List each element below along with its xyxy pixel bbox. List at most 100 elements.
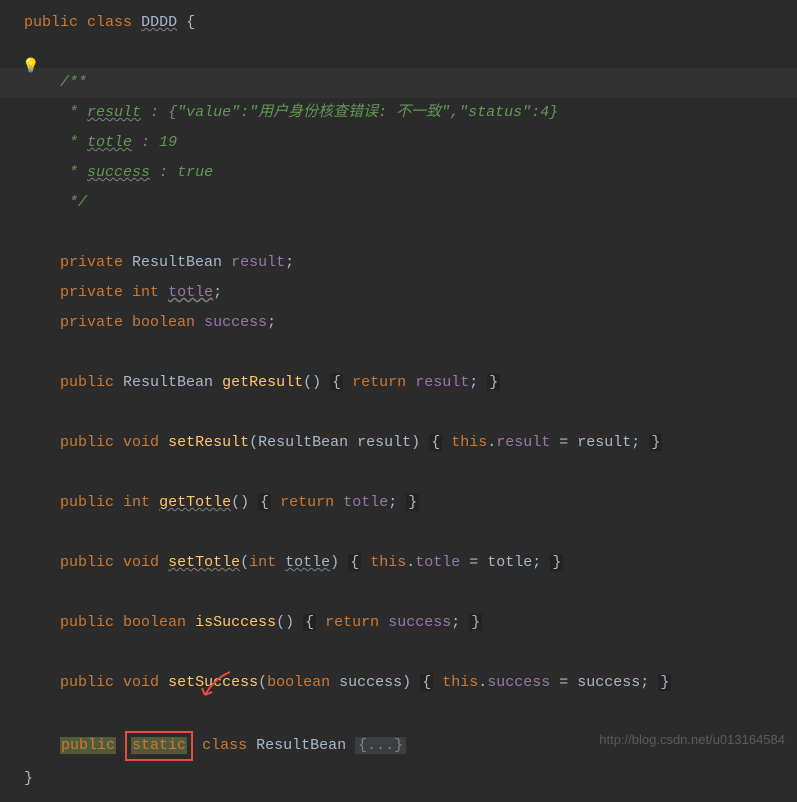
eq: = — [550, 674, 577, 691]
keyword-return: return — [280, 494, 334, 511]
keyword-return: return — [352, 374, 406, 391]
brace: { — [330, 374, 343, 391]
code-line — [0, 518, 797, 548]
brace: { — [258, 494, 271, 511]
semicolon: ; — [285, 254, 294, 271]
code-line: public ResultBean getResult() { return r… — [0, 368, 797, 398]
keyword-this: this — [451, 434, 487, 451]
code-line: * success : true — [0, 158, 797, 188]
comment-value: true — [177, 164, 213, 181]
param: success — [339, 674, 402, 691]
semicolon: ; — [640, 674, 649, 691]
brace: { — [303, 614, 316, 631]
code-line: * totle : 19 — [0, 128, 797, 158]
params: () — [276, 614, 294, 631]
class-name: DDDD — [141, 14, 177, 31]
brace: { — [348, 554, 361, 571]
type: boolean — [267, 674, 330, 691]
semicolon: ; — [388, 494, 397, 511]
code-line: private boolean success; — [0, 308, 797, 338]
code-editor[interactable]: public class DDDD { /** * result : {"val… — [0, 0, 797, 802]
code-line: public void setSuccess(boolean success) … — [0, 668, 797, 698]
keyword-class: class — [87, 14, 132, 31]
code-line: /** — [0, 68, 797, 98]
eq: = — [550, 434, 577, 451]
semicolon: ; — [213, 284, 222, 301]
type: ResultBean — [132, 254, 222, 271]
lightbulb-icon[interactable]: 💡 — [22, 58, 39, 75]
code-line — [0, 218, 797, 248]
params: () — [303, 374, 321, 391]
code-line — [0, 578, 797, 608]
paren: ( — [258, 674, 267, 691]
keyword-public: public — [60, 614, 114, 631]
comment: * — [60, 104, 87, 121]
brace: } — [658, 674, 671, 691]
var: totle — [343, 494, 388, 511]
code-line: public void setTotle(int totle) { this.t… — [0, 548, 797, 578]
keyword-private: private — [60, 284, 123, 301]
keyword-public: public — [60, 494, 114, 511]
paren: ) — [402, 674, 411, 691]
comment: * — [60, 164, 87, 181]
brace: } — [24, 770, 33, 787]
semicolon: ; — [532, 554, 541, 571]
keyword-this: this — [442, 674, 478, 691]
keyword-static: static — [131, 737, 187, 754]
method-name: setTotle — [168, 554, 240, 571]
type: ResultBean — [123, 374, 213, 391]
code-line: public class DDDD { — [0, 8, 797, 38]
brace: } — [406, 494, 419, 511]
paren: ) — [411, 434, 420, 451]
paren: ( — [240, 554, 249, 571]
method-name: isSuccess — [195, 614, 276, 631]
highlight-box: static — [125, 731, 193, 761]
method-name: getTotle — [159, 494, 231, 511]
brace: { — [429, 434, 442, 451]
code-line: private ResultBean result; — [0, 248, 797, 278]
field-name: result — [231, 254, 285, 271]
keyword-class: class — [202, 737, 247, 754]
semicolon: ; — [451, 614, 460, 631]
brace: } — [649, 434, 662, 451]
comment: */ — [60, 194, 87, 211]
comment: : — [150, 164, 177, 181]
type: int — [249, 554, 276, 571]
code-line — [0, 638, 797, 668]
paren: ) — [330, 554, 339, 571]
comment-key: result — [87, 104, 141, 121]
param: totle — [285, 554, 330, 571]
comment: : — [141, 104, 168, 121]
fold-marker[interactable]: {...} — [355, 737, 406, 754]
dot: . — [487, 434, 496, 451]
keyword-int: int — [123, 494, 150, 511]
comment: : — [132, 134, 159, 151]
code-line — [0, 38, 797, 68]
field: totle — [415, 554, 460, 571]
keyword-public: public — [60, 374, 114, 391]
val: success — [577, 674, 640, 691]
comment: /** — [60, 74, 87, 91]
dot: . — [406, 554, 415, 571]
semicolon: ; — [267, 314, 276, 331]
val: totle — [487, 554, 532, 571]
code-line — [0, 458, 797, 488]
code-line: public boolean isSuccess() { return succ… — [0, 608, 797, 638]
eq: = — [460, 554, 487, 571]
comment: * — [60, 134, 87, 151]
keyword-this: this — [370, 554, 406, 571]
method-name: getResult — [222, 374, 303, 391]
comment-key: success — [87, 164, 150, 181]
class-name: ResultBean — [256, 737, 346, 754]
brace: } — [550, 554, 563, 571]
semicolon: ; — [631, 434, 640, 451]
keyword-void: void — [123, 674, 159, 691]
var: success — [388, 614, 451, 631]
field-name: totle — [168, 284, 213, 301]
keyword-public: public — [60, 434, 114, 451]
code-line: } — [0, 764, 797, 794]
keyword-int: int — [132, 284, 159, 301]
var: result — [415, 374, 469, 391]
field-name: success — [204, 314, 267, 331]
params: () — [231, 494, 249, 511]
